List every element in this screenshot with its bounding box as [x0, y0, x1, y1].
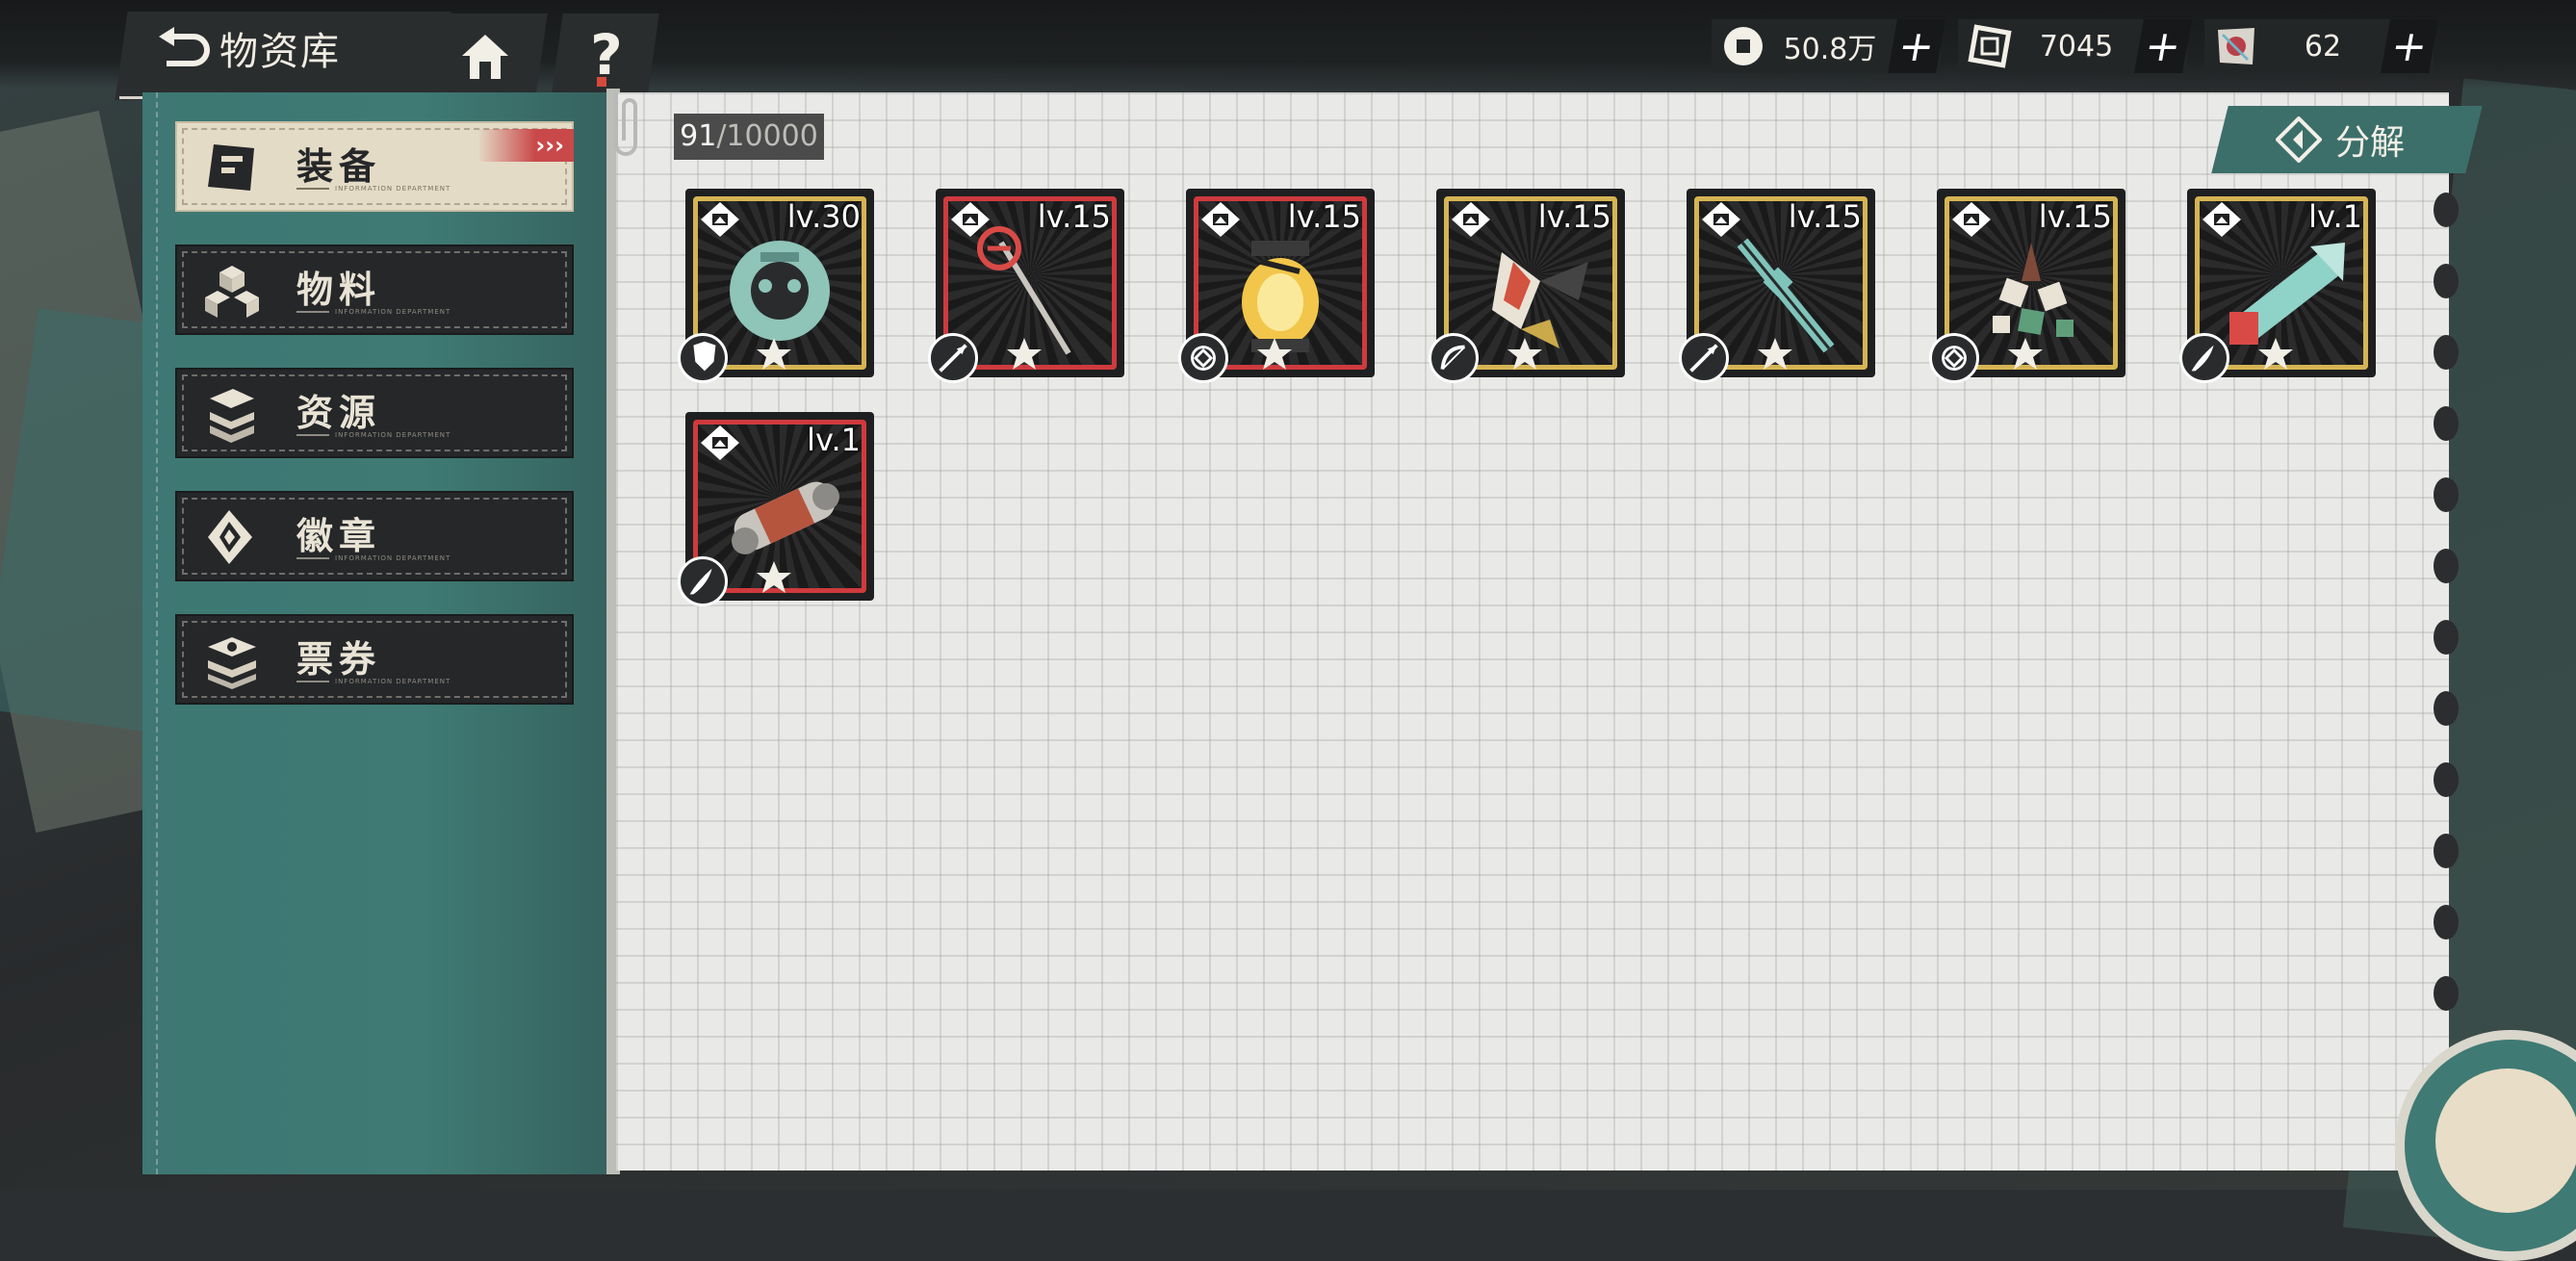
currency-coin: 50.8万 +	[1712, 19, 1945, 73]
star-icon	[2008, 338, 2043, 370]
brush-type-icon	[678, 556, 728, 606]
spear-type-icon	[1679, 333, 1729, 383]
ticket-stack-icon	[208, 637, 256, 689]
tab-subtitle: INFORMATION DEPARTMENT	[296, 431, 451, 439]
tab-label: 装备	[296, 144, 382, 188]
tab-subtitle: INFORMATION DEPARTMENT	[296, 678, 451, 685]
help-icon[interactable]: ?	[578, 21, 635, 89]
star-icon	[1257, 338, 1292, 370]
item-count: 91	[680, 119, 717, 153]
star-icon	[2258, 338, 2293, 370]
chip-icon	[1968, 24, 2012, 68]
item-level: lv.1	[2308, 198, 2362, 235]
rarity-icon	[1702, 202, 1740, 237]
active-tab-arrows: ›››	[477, 129, 574, 162]
paperclip-icon	[614, 92, 637, 156]
coin-icon	[1724, 27, 1763, 65]
star-icon	[757, 338, 791, 370]
item-card[interactable]: lv.15	[1679, 189, 1875, 383]
rarity-icon	[951, 202, 990, 237]
rarity-icon	[2202, 202, 2241, 237]
tab-tickets[interactable]: 票券 INFORMATION DEPARTMENT	[175, 614, 574, 705]
brush-type-icon	[2179, 333, 2229, 383]
item-card[interactable]: lv.15	[1429, 189, 1625, 383]
tab-label: 徽章	[296, 514, 382, 557]
item-card[interactable]: lv.1	[678, 412, 874, 606]
decompose-button[interactable]: 分解	[2276, 108, 2468, 171]
add-ticket-button[interactable]: +	[2381, 19, 2438, 73]
tab-equipment[interactable]: 装备 INFORMATION DEPARTMENT ›››	[175, 121, 574, 212]
back-arrow-icon	[159, 27, 210, 66]
star-icon	[757, 561, 791, 593]
orb-type-icon	[1178, 333, 1228, 383]
item-card[interactable]: lv.15	[928, 189, 1124, 383]
inventory-count: 91/10000	[674, 114, 824, 160]
add-coin-button[interactable]: +	[1888, 19, 1945, 73]
tab-label: 物料	[296, 268, 382, 311]
page-title: 物资库	[219, 30, 341, 74]
back-button[interactable]	[152, 21, 216, 81]
currency-value: 62	[2304, 29, 2342, 64]
item-level: lv.15	[2038, 198, 2112, 235]
item-level: lv.1	[807, 422, 861, 458]
decompose-label: 分解	[2335, 123, 2406, 163]
item-card[interactable]: lv.15	[1178, 189, 1375, 383]
decompose-icon	[2276, 116, 2322, 163]
currency-chip: 7045 +	[1958, 19, 2192, 73]
tab-subtitle: INFORMATION DEPARTMENT	[296, 554, 451, 562]
bow-type-icon	[1429, 333, 1479, 383]
item-level: lv.15	[1788, 198, 1862, 235]
ticket-icon	[2218, 28, 2254, 64]
rarity-icon	[701, 425, 739, 460]
star-icon	[1007, 338, 1042, 370]
rarity-icon	[1201, 202, 1240, 237]
tab-materials[interactable]: 物料 INFORMATION DEPARTMENT	[175, 244, 574, 335]
rarity-icon	[1452, 202, 1490, 237]
item-level: lv.15	[1287, 198, 1361, 235]
currency-value: 50.8万	[1783, 33, 1877, 66]
tab-label: 票券	[296, 637, 382, 681]
star-icon	[1507, 338, 1542, 370]
tab-label: 资源	[296, 391, 382, 434]
kantie-emblem-center	[2435, 1068, 2576, 1213]
currency-ticket: 62 +	[2204, 19, 2438, 73]
notebook-holes	[2434, 193, 2462, 1040]
spear-type-icon	[928, 333, 978, 383]
star-icon	[1758, 338, 1792, 370]
tab-resources[interactable]: 资源 INFORMATION DEPARTMENT	[175, 368, 574, 458]
rarity-icon	[701, 202, 739, 237]
stack-icon	[210, 389, 254, 443]
item-capacity: /10000	[716, 119, 818, 153]
home-icon[interactable]	[456, 29, 514, 87]
orb-type-icon	[1929, 333, 1979, 383]
tab-subtitle: INFORMATION DEPARTMENT	[296, 185, 451, 193]
tab-subtitle: INFORMATION DEPARTMENT	[296, 308, 451, 316]
rarity-icon	[1952, 202, 1991, 237]
equipment-icon	[208, 144, 254, 191]
item-card[interactable]: lv.30	[678, 189, 874, 383]
sidebar-stitch	[156, 92, 160, 1174]
tab-badges[interactable]: 徽章 INFORMATION DEPARTMENT	[175, 491, 574, 581]
currency-value: 7045	[2039, 29, 2114, 64]
item-card[interactable]: lv.1	[2179, 189, 2376, 383]
item-level: lv.30	[786, 198, 861, 235]
add-chip-button[interactable]: +	[2134, 19, 2192, 73]
badge-icon	[208, 510, 252, 564]
item-level: lv.15	[1037, 198, 1111, 235]
item-card[interactable]: lv.15	[1929, 189, 2125, 383]
shield-type-icon	[678, 333, 728, 383]
cubes-icon	[205, 266, 259, 318]
help-notification-dot	[597, 77, 606, 87]
item-level: lv.15	[1537, 198, 1611, 235]
